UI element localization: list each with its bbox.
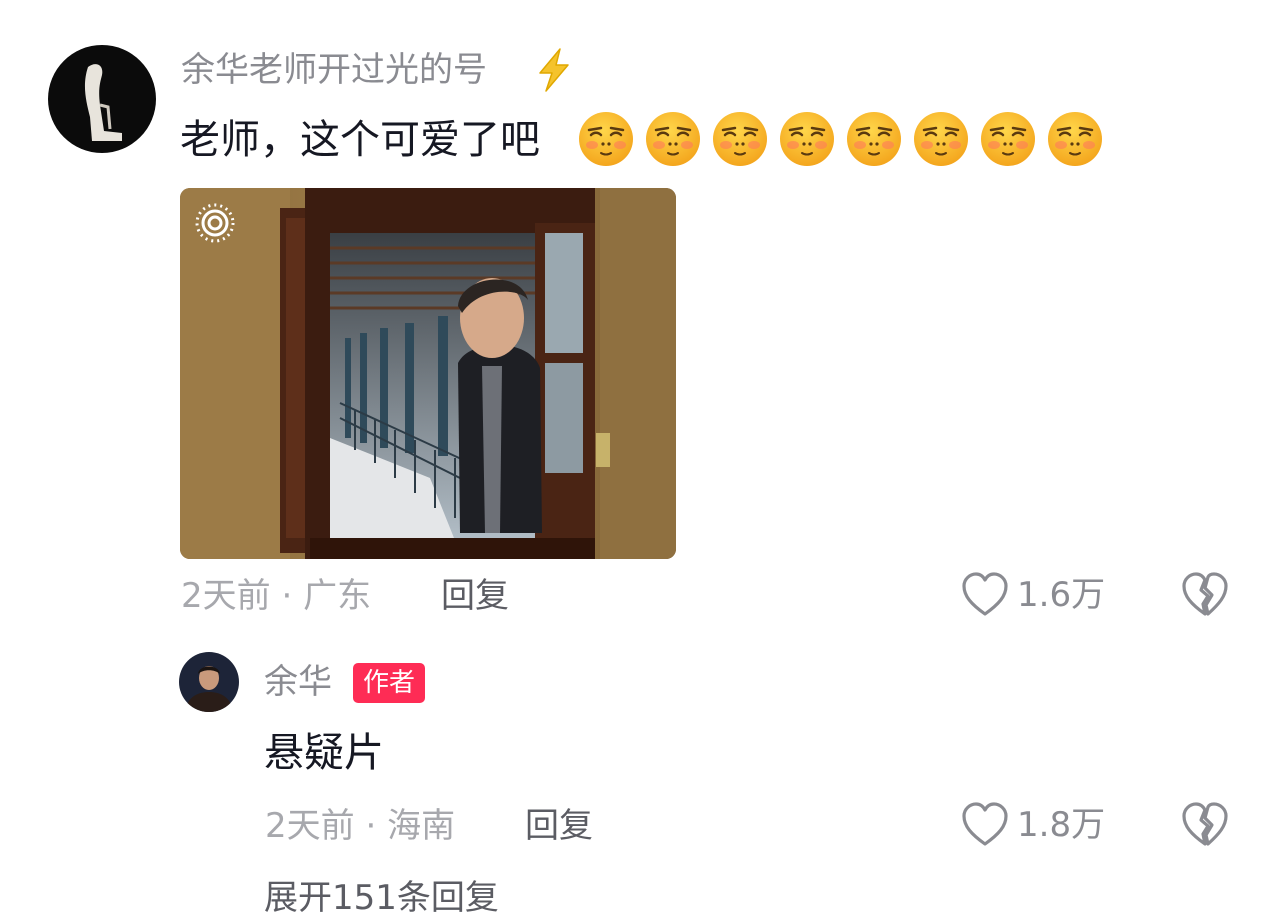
broken-heart-icon[interactable] [1181, 572, 1229, 618]
reply-username[interactable]: 余华 [264, 665, 332, 699]
comment-reply-button[interactable]: 回复 [441, 579, 509, 613]
comment-like-count: 1.6万 [1017, 575, 1106, 615]
expand-replies-link[interactable]: 展开151条回复 [264, 881, 499, 915]
comment-separator: · [281, 576, 293, 616]
emoji-row [577, 110, 1104, 168]
reply-like-button[interactable]: 1.8万 [961, 802, 1105, 848]
reply-separator: · [365, 806, 377, 846]
broken-heart-icon[interactable] [1181, 802, 1229, 848]
commenter-username[interactable]: 余华老师开过光的号 [181, 53, 487, 87]
reply-time-value: 2天前 [265, 806, 355, 846]
reply-like-count: 1.8万 [1017, 805, 1106, 845]
comment-like-button[interactable]: 1.6万 [961, 572, 1105, 618]
smug-blush-emoji [579, 112, 633, 166]
reply-location: 海南 [387, 806, 456, 846]
commenter-avatar[interactable] [48, 45, 156, 153]
smug-blush-emoji [1048, 112, 1102, 166]
smug-blush-emoji [713, 112, 767, 166]
comment-time: 2天前 · 广东 [181, 579, 371, 613]
comment-location: 广东 [303, 576, 372, 616]
author-badge: 作者 [353, 663, 426, 703]
reply-reply-button[interactable]: 回复 [525, 809, 593, 843]
comment-text: 老师，这个可爱了吧 [180, 117, 540, 163]
smug-blush-emoji [847, 112, 901, 166]
lightning-bolt-icon [539, 48, 569, 92]
live-photo-icon [195, 203, 235, 243]
reply-time: 2天前 · 海南 [265, 809, 455, 843]
reply-author-avatar[interactable] [179, 652, 239, 712]
smug-blush-emoji [780, 112, 834, 166]
smug-blush-emoji [914, 112, 968, 166]
heart-outline-icon [962, 572, 1008, 616]
heart-outline-icon [962, 802, 1008, 846]
reply-text: 悬疑片 [264, 730, 384, 776]
comment-time-value: 2天前 [181, 576, 271, 616]
smug-blush-emoji [646, 112, 700, 166]
smug-blush-emoji [981, 112, 1035, 166]
comment-media-image[interactable] [180, 188, 676, 559]
